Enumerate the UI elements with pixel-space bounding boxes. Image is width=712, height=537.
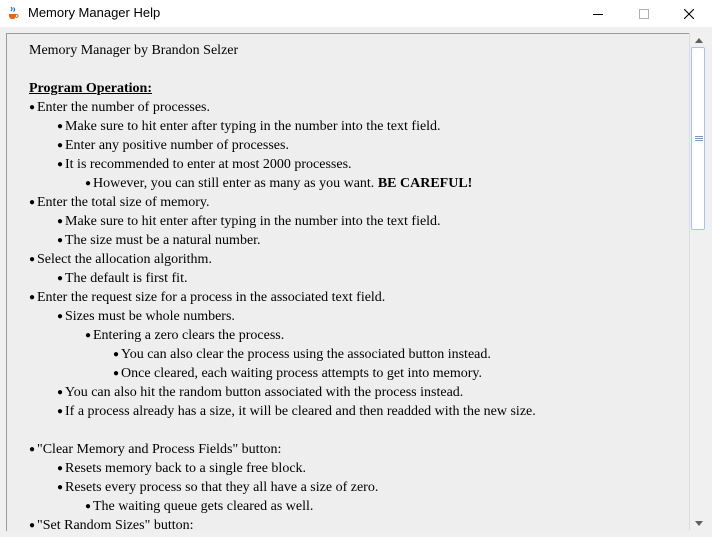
help-list-item: ● You can also clear the process using th… [113,345,491,364]
java-cup-icon [6,6,20,20]
close-button[interactable] [666,0,712,27]
bullet-icon: ● [85,501,92,512]
bullet-icon: ● [29,520,36,531]
help-list-text: You can also clear the process using the… [121,347,491,362]
minimize-icon [593,13,603,15]
bullet-icon: ● [57,463,64,474]
bullet-icon: ● [57,387,64,398]
thumb-grip [695,140,703,141]
help-list-item: ● The waiting queue gets cleared as well. [85,497,313,516]
bullet-icon: ● [57,235,64,246]
bullet-icon: ● [57,406,64,417]
help-list-item: ● However, you can still enter as many as… [85,174,472,193]
help-list-text: Sizes must be whole numbers. [65,309,235,324]
help-list-item: ● Entering a zero clears the process. [85,326,284,345]
help-list-text: The default is first fit. [65,271,188,286]
help-list-item: ● Select the allocation algorithm. [29,250,212,269]
help-list-item: ● Enter the request size for a process in… [29,288,385,307]
minimize-button[interactable] [575,0,621,27]
bullet-icon: ● [29,254,36,265]
help-list-text: If a process already has a size, it will… [65,404,536,419]
help-list-item: ● Once cleared, each waiting process atte… [113,364,482,383]
bullet-icon: ● [29,197,36,208]
bullet-icon: ● [29,102,36,113]
maximize-icon [639,8,649,19]
bullet-icon: ● [29,444,36,455]
help-list-item: ● You can also hit the random button asso… [57,383,463,402]
help-list-item: ● Enter any positive number of processes. [57,136,289,155]
help-list-item: ● The size must be a natural number. [57,231,261,250]
thumb-grip [695,138,703,139]
help-list-text: Enter the total size of memory. [37,195,210,210]
thumb-grip [695,136,703,137]
help-list-text: You can also hit the random button assoc… [65,385,464,400]
bullet-icon: ● [29,292,36,303]
bullet-icon: ● [57,121,64,132]
help-list-text: "Clear Memory and Process Fields" button… [37,442,282,457]
help-list-item: ● The default is first fit. [57,269,187,288]
bullet-icon: ● [57,482,64,493]
help-list-text: Enter the number of processes. [37,100,210,115]
bullet-icon: ● [113,368,120,379]
bullet-icon: ● [57,159,64,170]
bullet-icon: ● [57,140,64,151]
help-list-text: Make sure to hit enter after typing in t… [65,214,441,229]
close-icon [684,8,694,19]
help-list-text: Resets every process so that they all ha… [65,480,379,495]
help-list-text: The size must be a natural number. [65,233,261,248]
help-list-text: Once cleared, each waiting process attem… [121,366,483,381]
help-list-text: It is recommended to enter at most 2000 … [65,157,352,172]
warning-text: BE CAREFUL! [377,176,473,191]
help-list-text: The waiting queue gets cleared as well. [93,499,314,514]
help-list-text: Enter the request size for a process in … [37,290,386,305]
help-list-item: ● It is recommended to enter at most 2000… [57,155,352,174]
title-bar[interactable]: Memory Manager Help [0,0,712,27]
scroll-down-arrow-icon [694,520,703,526]
bullet-icon: ● [85,330,92,341]
help-list-item: ● Enter the total size of memory. [29,193,209,212]
help-list-item: ● Resets every process so that they all h… [57,478,378,497]
help-list-item: ● Sizes must be whole numbers. [57,307,235,326]
help-list-text: Entering a zero clears the process. [93,328,285,343]
help-list-text: Select the allocation algorithm. [37,252,212,267]
help-list-text: However, you can still enter as many as … [93,176,378,191]
help-list-item: ● Make sure to hit enter after typing in … [57,117,441,136]
scroll-up-button[interactable] [690,33,707,47]
bullet-icon: ● [113,349,120,360]
window-title: Memory Manager Help [28,5,161,20]
section-title: Program Operation: [29,81,152,96]
bullet-icon: ● [85,178,92,189]
help-list-item: ● Enter the number of processes. [29,98,210,117]
scroll-thumb[interactable] [691,47,705,230]
vertical-scrollbar[interactable] [689,33,707,530]
help-list-item: ● Make sure to hit enter after typing in … [57,212,441,231]
scroll-up-arrow-icon [694,37,703,43]
help-list-item: ● "Clear Memory and Process Fields" butto… [29,440,281,459]
help-list-text: Make sure to hit enter after typing in t… [65,119,441,134]
help-list-text: Enter any positive number of processes. [65,138,289,153]
maximize-button[interactable] [621,0,667,27]
help-header: Memory Manager by Brandon Selzer [29,43,239,58]
help-list-item: ● Resets memory back to a single free blo… [57,459,306,478]
help-list-text: Resets memory back to a single free bloc… [65,461,307,476]
help-text-area[interactable]: Memory Manager by Brandon Selzer Program… [6,33,690,531]
help-list-text: "Set Random Sizes" button: [37,518,194,531]
scroll-down-button[interactable] [690,516,707,530]
bullet-icon: ● [57,216,64,227]
help-list-item: ● "Set Random Sizes" button: [29,516,193,531]
bullet-icon: ● [57,273,64,284]
help-list-item: ● If a process already has a size, it wil… [57,402,536,421]
bullet-icon: ● [57,311,64,322]
